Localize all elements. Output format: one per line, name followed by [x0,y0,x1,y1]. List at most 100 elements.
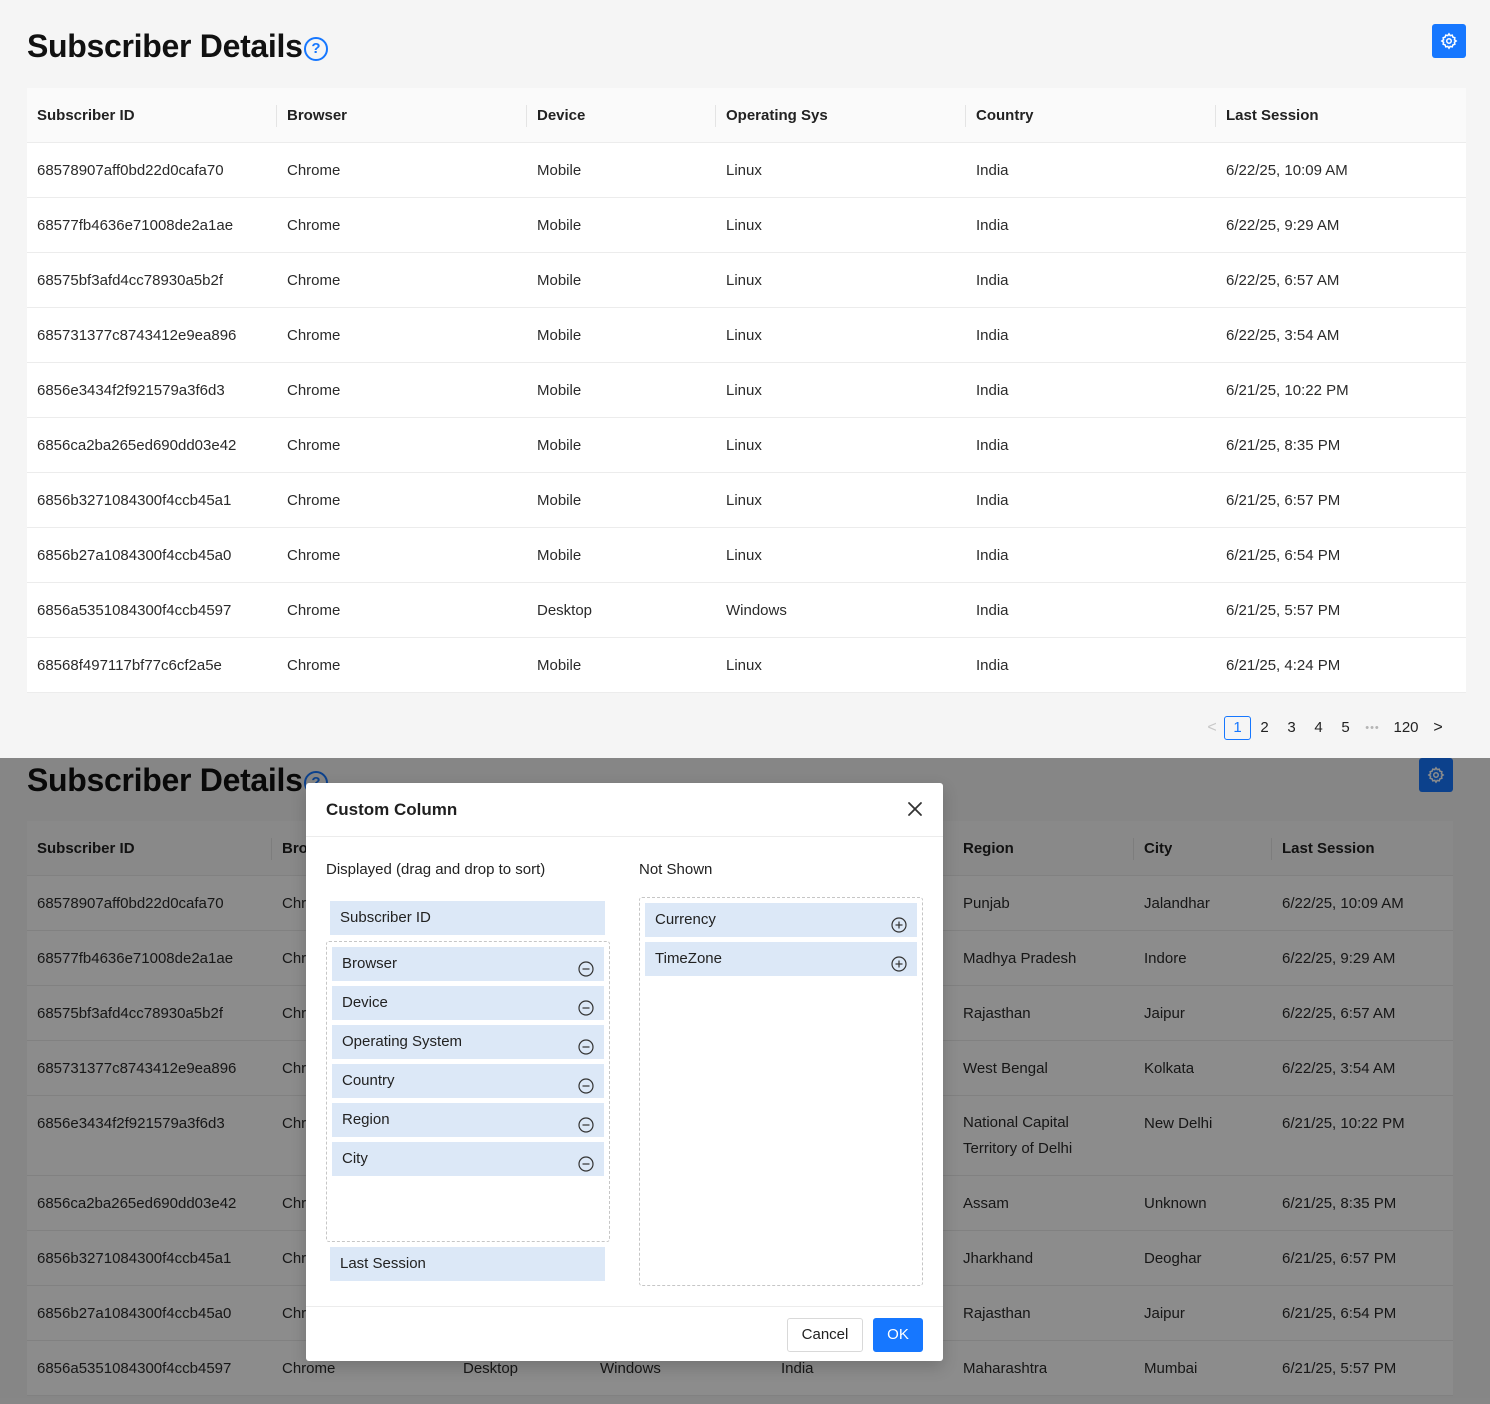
cell-last-session: 6/22/25, 9:29 AM [1226,217,1340,234]
cell-country: India [976,437,1009,454]
cell-device: Mobile [537,437,582,454]
table-row[interactable]: 6856ca2ba265ed690dd03e42 Chrome Mobile Linu… [27,418,1466,473]
cell-subscriber-id: 68577fb4636e71008de2a1ae [37,217,234,234]
cell-device: Mobile [537,382,582,399]
cell-subscriber-id: 6856a5351084300f4ccb4597 [37,602,232,619]
close-button[interactable] [905,799,925,819]
page-button-4[interactable]: 4 [1305,716,1332,740]
cell-device: Mobile [537,657,582,674]
table-row[interactable]: 6856a5351084300f4ccb4597 Chrome Desktop Win… [27,583,1466,638]
cell-country: India [976,382,1009,399]
plus-circle-icon[interactable] [891,912,907,933]
modal-footer: Cancel OK [306,1306,943,1361]
pagination: < 1 2 3 4 5 ••• 120 > [1200,716,1450,740]
cell-browser: Chrome [287,547,341,564]
cell-subscriber-id: 6856b3271084300f4ccb45a1 [37,492,232,509]
pagination-ellipsis[interactable]: ••• [1359,716,1386,740]
minus-circle-icon[interactable] [578,1073,594,1094]
cell-subscriber-id: 68568f497117bf77c6cf2a5e [37,657,222,674]
cell-subscriber-id: 6856e3434f2f921579a3f6d3 [37,382,225,399]
hidden-column-item[interactable]: TimeZone [645,942,917,976]
column-header[interactable]: Browser [287,88,347,143]
subscriber-details-with-modal: Subscriber Details ? Subscriber ID Bro R… [0,758,1490,1404]
modal-header: Custom Column [306,783,943,837]
cell-browser: Chrome [287,437,341,454]
column-item-label: TimeZone [655,950,722,967]
cell-os: Linux [726,547,762,564]
column-header[interactable]: Operating Sys [726,88,828,143]
cell-last-session: 6/22/25, 6:57 AM [1226,272,1340,289]
not-shown-columns-label: Not Shown [639,861,713,878]
displayed-column-item[interactable]: Country [332,1064,604,1098]
cell-country: India [976,602,1009,619]
cell-os: Linux [726,657,762,674]
page-button-last[interactable]: 120 [1386,716,1426,740]
hidden-column-item[interactable]: Currency [645,903,917,937]
table-header: Subscriber ID Browser Device Operating S… [27,88,1466,143]
page-button-3[interactable]: 3 [1278,716,1305,740]
cell-subscriber-id: 6856ca2ba265ed690dd03e42 [37,437,237,454]
minus-circle-icon[interactable] [578,1151,594,1172]
page-button-5[interactable]: 5 [1332,716,1359,740]
cell-country: India [976,217,1009,234]
displayed-column-item[interactable]: Operating System [332,1025,604,1059]
cell-os: Linux [726,492,762,509]
modal-title: Custom Column [326,800,458,819]
table-row[interactable]: 68568f497117bf77c6cf2a5e Chrome Mobile Linu… [27,638,1466,693]
column-item-label: Device [342,994,388,1011]
cancel-button[interactable]: Cancel [787,1318,863,1352]
help-circle-icon[interactable]: ? [304,37,328,61]
column-header[interactable]: Country [976,88,1034,143]
table-row[interactable]: 6856b3271084300f4ccb45a1 Chrome Mobile Linu… [27,473,1466,528]
cell-country: India [976,162,1009,179]
displayed-column-item[interactable]: City [332,1142,604,1176]
column-header[interactable]: Subscriber ID [37,88,135,143]
close-icon [908,802,922,816]
table-row[interactable]: 68575bf3afd4cc78930a5b2f Chrome Mobile Linu… [27,253,1466,308]
cell-os: Linux [726,382,762,399]
cell-os: Linux [726,162,762,179]
page-button-1[interactable]: 1 [1224,716,1251,740]
column-header[interactable]: Device [537,88,585,143]
cell-country: India [976,492,1009,509]
cell-last-session: 6/21/25, 4:24 PM [1226,657,1341,674]
minus-circle-icon[interactable] [578,1034,594,1055]
cell-os: Linux [726,327,762,344]
minus-circle-icon[interactable] [578,956,594,977]
table-row[interactable]: 685731377c8743412e9ea896 Chrome Mobile Linu… [27,308,1466,363]
displayed-column-item[interactable]: Region [332,1103,604,1137]
plus-circle-icon[interactable] [891,951,907,972]
cell-os: Linux [726,272,762,289]
displayed-columns-label: Displayed (drag and drop to sort) [326,861,546,878]
column-item-label: Currency [655,911,716,928]
cell-last-session: 6/21/25, 10:22 PM [1226,382,1349,399]
cell-os: Windows [726,602,787,619]
displayed-column-item[interactable]: Device [332,986,604,1020]
cell-country: India [976,657,1009,674]
settings-button[interactable] [1432,24,1466,58]
page-button-2[interactable]: 2 [1251,716,1278,740]
subscriber-table: Subscriber ID Browser Device Operating S… [27,88,1466,693]
cell-os: Linux [726,217,762,234]
cell-last-session: 6/21/25, 8:35 PM [1226,437,1341,454]
minus-circle-icon[interactable] [578,1112,594,1133]
cell-os: Linux [726,437,762,454]
displayed-column-item[interactable]: Browser [332,947,604,981]
cell-subscriber-id: 685731377c8743412e9ea896 [37,327,237,344]
column-item-label: Browser [342,955,398,972]
column-item-label: Region [342,1111,390,1128]
column-header[interactable]: Last Session [1226,88,1319,143]
minus-circle-icon[interactable] [578,995,594,1016]
table-row[interactable]: 68577fb4636e71008de2a1ae Chrome Mobile Linu… [27,198,1466,253]
subscriber-details-view: Subscriber Details ? Subscriber ID Brows… [0,0,1490,758]
table-row[interactable]: 6856b27a1084300f4ccb45a0 Chrome Mobile Linu… [27,528,1466,583]
ok-button[interactable]: OK [873,1318,923,1352]
cell-device: Desktop [537,602,593,619]
table-row[interactable]: 6856e3434f2f921579a3f6d3 Chrome Mobile Linu… [27,363,1466,418]
cell-browser: Chrome [287,272,341,289]
chevron-left-icon[interactable]: < [1200,719,1224,737]
fixed-column-subscriber-id: Subscriber ID [330,901,605,935]
chevron-right-icon[interactable]: > [1426,719,1450,737]
table-row[interactable]: 68578907aff0bd22d0cafa70 Chrome Mobile Linu… [27,143,1466,198]
fixed-column-last-session: Last Session [330,1247,605,1281]
